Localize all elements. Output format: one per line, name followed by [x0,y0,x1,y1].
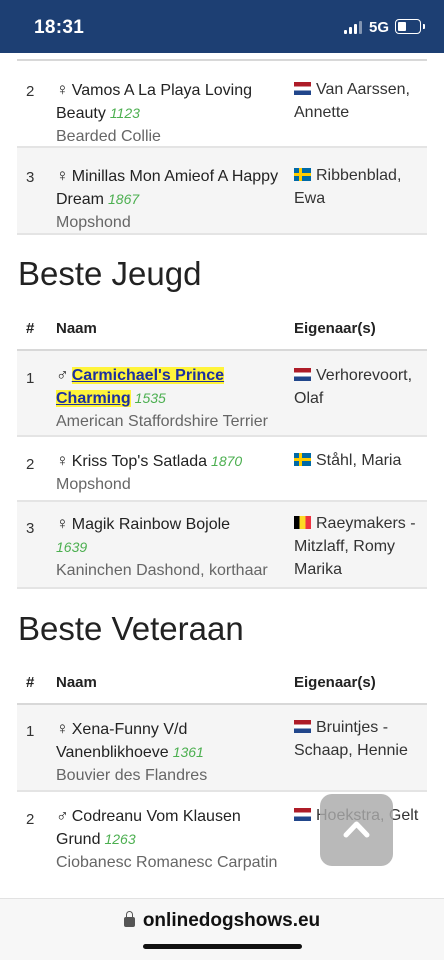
breed: Ciobanesc Romanesc Carpatin [56,854,278,871]
dog-info: ♀ Magik Rainbow Bojole 1639 Kaninchen Das… [56,512,284,582]
rank: 1 [26,723,35,740]
results-content: 2 ♀ Vamos A La Playa Loving Beauty 1123 Be… [0,53,444,898]
table-header: # Naam Eigenaar(s) [17,307,427,351]
dog-name[interactable]: Codreanu Vom Klausen Grund [56,808,241,848]
dog-name[interactable]: Xena-Funny V/d Vanenblikhoeve [56,721,187,761]
catalog-number: 1867 [108,191,140,207]
dog-info: ♀ Minillas Mon Amieof A Happy Dream 1867 M… [56,164,284,234]
catalog-number: 1123 [109,105,140,121]
column-header-owner: Eigenaar(s) [294,320,376,337]
results-table-beste-jeugd: # Naam Eigenaar(s) 1 ♂ Carmichael's Princ… [17,307,427,589]
url-display[interactable]: onlinedogshows.eu [0,910,444,932]
catalog-number: 1263 [104,831,136,847]
owner-info: Bruintjes - Schaap, Hennie [294,716,424,762]
dog-name[interactable]: Kriss Top's Satlada [72,453,207,470]
dog-info: ♀ Kriss Top's Satlada 1870 Mopshond [56,449,284,496]
rank: 3 [26,520,35,537]
network-type: 5G [369,19,390,36]
rank: 2 [26,456,35,473]
column-header-name: Naam [56,320,97,337]
dog-name[interactable]: Magik Rainbow Bojole [72,516,230,533]
owner-info: Ribbenblad, Ewa [294,164,424,210]
owner-info: Van Aarssen, Annette [294,78,424,124]
female-icon: ♀ [56,514,69,533]
dog-info: ♀ Vamos A La Playa Loving Beauty 1123 Bear… [56,78,284,148]
url-text: onlinedogshows.eu [142,910,321,931]
male-icon: ♂ [56,365,69,384]
owner-name: Verhorevoort, Olaf [294,367,413,407]
table-row[interactable]: 2 ♀ Kriss Top's Satlada 1870 Mopshond Ståh… [17,437,427,502]
table-row[interactable]: 3 ♀ Minillas Mon Amieof A Happy Dream 1867… [17,148,427,235]
rank: 3 [26,169,35,186]
home-indicator[interactable] [143,944,302,949]
lock-icon [123,911,135,927]
rank: 1 [26,370,35,387]
catalog-number: 1361 [172,744,204,760]
breed: Mopshond [56,476,131,493]
owner-name: Bruintjes - Schaap, Hennie [294,719,408,759]
table-row[interactable]: 2 ♀ Vamos A La Playa Loving Beauty 1123 Be… [17,61,427,148]
female-icon: ♀ [56,719,69,738]
female-icon: ♀ [56,80,69,99]
breed: Bearded Collie [56,128,161,145]
status-time: 18:31 [34,17,85,38]
browser-url-bar[interactable]: onlinedogshows.eu [0,898,444,960]
flag-netherlands-icon [294,368,311,381]
flag-netherlands-icon [294,720,311,733]
table-row[interactable]: 3 ♀ Magik Rainbow Bojole 1639 Kaninchen D… [17,502,427,589]
owner-name: Van Aarssen, Annette [294,81,410,121]
female-icon: ♀ [56,166,69,185]
catalog-number: 1639 [56,539,88,555]
column-header-rank: # [26,320,35,337]
catalog-number: 1870 [211,453,243,469]
breed: Mopshond [56,214,131,231]
breed: Bouvier des Flandres [56,767,208,784]
signal-icon [344,21,362,34]
catalog-number: 1535 [134,390,166,406]
section-title-beste-jeugd: Beste Jeugd [18,255,202,292]
breed: American Staffordshire Terrier [56,413,268,430]
dog-name[interactable]: Minillas Mon Amieof A Happy Dream [56,168,278,208]
column-header-name: Naam [56,674,97,691]
dog-info: ♂ Carmichael's Prince Charming 1535 Americ… [56,363,284,433]
status-bar: 18:31 5G [0,0,444,53]
owner-name: Raeymakers - Mitzlaff, Romy Marika [294,515,416,578]
rank: 2 [26,811,35,828]
table-row[interactable]: 1 ♀ Xena-Funny V/d Vanenblikhoeve 1361 Bou… [17,705,427,792]
female-icon: ♀ [56,451,69,470]
column-header-owner: Eigenaar(s) [294,674,376,691]
owner-name: Ståhl, Maria [316,452,402,469]
flag-sweden-icon [294,453,311,466]
male-icon: ♂ [56,806,69,825]
table-row-partial [17,53,427,61]
breed: Kaninchen Dashond, korthaar [56,562,268,579]
owner-info: Ståhl, Maria [294,449,424,472]
scroll-to-top-button[interactable] [320,794,393,866]
column-header-rank: # [26,674,35,691]
flag-sweden-icon [294,168,311,181]
rank: 2 [26,83,35,100]
section-title-beste-veteraan: Beste Veteraan [18,610,244,647]
flag-netherlands-icon [294,82,311,95]
chevron-up-icon [343,821,370,838]
owner-info: Verhorevoort, Olaf [294,364,424,410]
owner-info: Raeymakers - Mitzlaff, Romy Marika [294,512,424,581]
dog-info: ♀ Xena-Funny V/d Vanenblikhoeve 1361 Bouvi… [56,717,284,787]
dog-name[interactable]: Vamos A La Playa Loving Beauty [56,82,252,122]
table-row[interactable]: 1 ♂ Carmichael's Prince Charming 1535 Amer… [17,351,427,437]
battery-icon [395,19,425,34]
flag-netherlands-icon [294,808,311,821]
dog-info: ♂ Codreanu Vom Klausen Grund 1263 Ciobanes… [56,804,284,874]
flag-belgium-icon [294,516,311,529]
table-header: # Naam Eigenaar(s) [17,661,427,705]
results-table-previous: 2 ♀ Vamos A La Playa Loving Beauty 1123 Be… [17,53,427,235]
